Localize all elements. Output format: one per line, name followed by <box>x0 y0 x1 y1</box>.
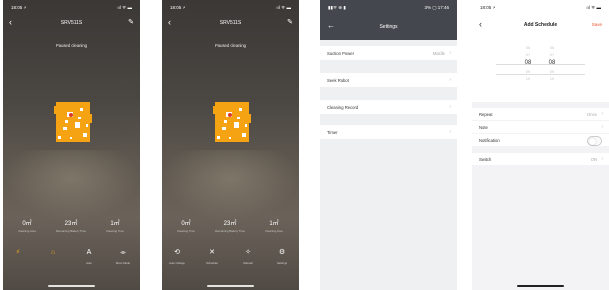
time-picker[interactable]: 06 07 08 09 10 06 07 08 09 10 <box>472 44 609 96</box>
add-schedule-screen: 18:05 ⚡ ııl ᯤ ▬ ‹ Add Schedule Save 06 0… <box>472 0 609 290</box>
robot-control-screen-2: 18:05 ⚡ ııl ᯤ ▬ ‹ ✎ SRV511S Paused clean… <box>162 0 299 290</box>
auto-icon: A <box>86 249 92 256</box>
status-bar: ▮▮ᯤ ⊕ ▮ 3% ▢ 17:46 <box>320 5 457 13</box>
stat-cleaning-time: 1㎡ Cleaning Time <box>106 221 124 233</box>
chevron-right-icon: › <box>449 129 451 135</box>
gear-icon: ⚙ <box>278 249 286 256</box>
cleaning-map <box>54 102 92 142</box>
chevron-right-icon: › <box>601 111 603 117</box>
minute-column[interactable]: 06 07 08 09 10 <box>542 44 562 82</box>
chevron-right-icon: › <box>449 104 451 110</box>
settings-button[interactable]: ⚙ Settings <box>267 248 297 265</box>
close-icon: ✕ <box>209 249 215 256</box>
home-indicator <box>207 285 254 287</box>
manual-icon: ✧ <box>245 249 251 256</box>
manual-button[interactable]: ✧ Manual <box>233 248 263 265</box>
stat-cleaning-area: 1㎡ Cleaning Area <box>265 221 283 233</box>
power-icon: ⚡ <box>15 249 21 256</box>
device-title: SRV511S <box>60 20 83 26</box>
control-bar: ⚡ ⌂ A Auto ⌯ More Mode <box>3 248 140 276</box>
status-time: 18:05 ⚡ <box>170 5 186 10</box>
chevron-right-icon: › <box>601 156 603 162</box>
stats-bar: 0㎡ Cleaning Area 23㎡ Remaining Battery T… <box>3 218 140 238</box>
home-indicator <box>48 285 95 287</box>
device-title: SRV511S <box>219 20 242 26</box>
chevron-right-icon: › <box>601 124 603 130</box>
status-icons: ııl ᯤ ▬ <box>586 5 601 10</box>
notification-row: Notification <box>472 134 609 146</box>
status-bar: 18:05 ⚡ ııl ᯤ ▬ <box>3 5 140 13</box>
charge-icon: ⟲ <box>174 249 180 256</box>
stat-cleaning-area: 0㎡ Cleaning Area <box>18 221 36 233</box>
chevron-right-icon: › <box>449 50 451 56</box>
settings-row-seek-robot[interactable]: Seek Robot › <box>320 73 457 87</box>
page-title: Settings <box>379 24 398 30</box>
settings-row-timer[interactable]: Timer › <box>320 125 457 139</box>
schedule-button[interactable]: ✕ Schedule <box>197 248 227 265</box>
auto-charge-button[interactable]: ⟲ Auto Charge <box>162 248 192 265</box>
status-bar: 18:05 ⚡ ııl ᯤ ▬ <box>472 5 609 13</box>
more-mode-button[interactable]: ⌯ More Mode <box>108 248 138 265</box>
schedule-picker-panel: 18:05 ⚡ ııl ᯤ ▬ ‹ Add Schedule Save 06 0… <box>472 0 609 102</box>
control-bar: ⟲ Auto Charge ✕ Schedule ✧ Manual ⚙ Sett… <box>162 248 299 276</box>
toggle-knob <box>588 137 596 145</box>
hour-column[interactable]: 06 07 08 09 10 <box>518 44 538 82</box>
status-right: 3% ▢ 17:46 <box>424 5 449 10</box>
cleaning-status: Paused cleaning <box>215 43 246 48</box>
settings-header: ▮▮ᯤ ⊕ ▮ 3% ▢ 17:46 ← Settings <box>320 0 457 40</box>
stats-bar: 0㎡ Cleaning Time 23㎡ Remaining Battery T… <box>162 218 299 238</box>
settings-screen: ▮▮ᯤ ⊕ ▮ 3% ▢ 17:46 ← Settings Suction Po… <box>320 0 457 290</box>
settings-row-suction-power[interactable]: Suction Power Middle › <box>320 46 457 60</box>
cleaning-status: Paused cleaning <box>56 43 87 48</box>
auto-button[interactable]: A Auto <box>74 248 104 265</box>
camera-background <box>3 150 140 220</box>
power-button[interactable]: ⚡ <box>3 248 33 261</box>
stat-cleaning-time: 0㎡ Cleaning Time <box>177 221 195 233</box>
dock-icon: ⌂ <box>50 249 56 256</box>
stat-battery-time: 23㎡ Remaining Battery Time <box>215 221 245 233</box>
camera-background <box>162 150 299 220</box>
page-title: Add Schedule <box>523 22 558 28</box>
chevron-right-icon: › <box>449 77 451 83</box>
picker-divider <box>496 74 585 75</box>
more-mode-icon: ⌯ <box>120 249 126 256</box>
robot-control-screen-1: 18:05 ⚡ ııl ᯤ ▬ ‹ ✎ SRV511S Paused clean… <box>3 0 140 290</box>
picker-divider <box>496 64 585 65</box>
note-row[interactable]: Note › <box>472 121 609 133</box>
status-bar: 18:05 ⚡ ııl ᯤ ▬ <box>162 5 299 13</box>
status-time: 18:05 ⚡ <box>480 5 496 10</box>
cleaning-map <box>213 102 251 142</box>
stat-battery-time: 23㎡ Remaining Battery Time <box>56 221 86 233</box>
repeat-row[interactable]: Repeat Once › <box>472 108 609 120</box>
status-time: 18:05 ⚡ <box>11 5 27 10</box>
settings-row-cleaning-record[interactable]: Cleaning Record › <box>320 100 457 114</box>
switch-row[interactable]: Switch ON › <box>472 153 609 165</box>
notification-toggle[interactable] <box>587 136 602 146</box>
home-indicator <box>517 285 564 287</box>
save-button[interactable]: Save <box>592 22 602 27</box>
status-icons: ııl ᯤ ▬ <box>117 5 132 10</box>
status-icons: ııl ᯤ ▬ <box>276 5 291 10</box>
status-left: ▮▮ᯤ ⊕ ▮ <box>328 5 346 10</box>
dock-button[interactable]: ⌂ <box>38 248 68 261</box>
